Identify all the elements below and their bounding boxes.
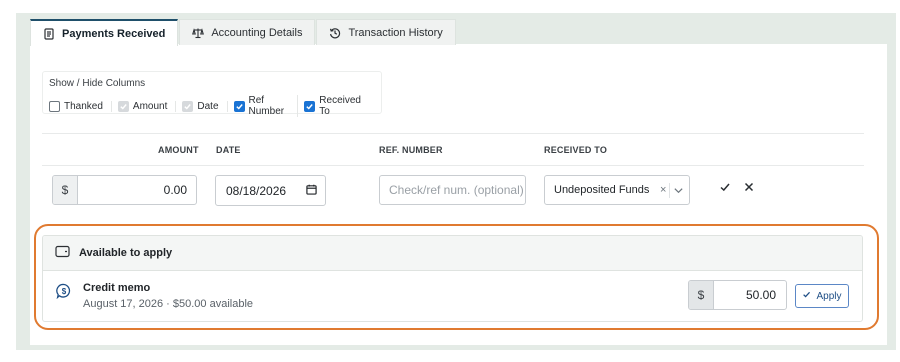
calendar-icon[interactable] [306,184,317,198]
column-header-ref-number: REF. NUMBER [379,145,443,155]
chevron-down-icon[interactable] [673,185,684,196]
tab-bar: Payments Received Accounting Details Tra… [30,19,457,46]
column-toggle-date: Date [182,100,228,112]
column-toggle-label: Date [197,100,219,112]
column-toggle-thanked[interactable]: Thanked [49,100,112,112]
column-toggle-label: Ref Number [248,95,285,117]
received-to-value: Undeposited Funds [554,184,650,196]
confirm-check-icon[interactable] [718,180,732,194]
table-header: AMOUNT DATE REF. NUMBER RECEIVED TO [42,133,864,166]
column-toggle-label: Received To [319,95,361,117]
checkbox-checked[interactable] [233,100,245,112]
date-value: 08/18/2026 [226,183,287,198]
column-header-received-to: RECEIVED TO [544,145,608,155]
columns-toggle-panel: Show / Hide Columns Thanked Amount Date … [42,71,382,117]
highlight-outline [34,224,879,330]
column-toggle-amount: Amount [117,100,177,112]
column-toggle-label: Thanked [64,100,103,112]
column-header-amount: AMOUNT [158,145,199,155]
checkbox-unchecked[interactable] [49,100,60,112]
tab-label: Transaction History [348,26,443,39]
checkbox-disabled [117,100,129,112]
select-divider [669,183,670,198]
column-toggle-received-to[interactable]: Received To [304,95,369,117]
clear-selection-icon[interactable]: × [660,184,666,196]
amount-input[interactable]: $ 0.00 [52,175,197,205]
tab-payments-received[interactable]: Payments Received [30,19,179,46]
tab-accounting-details[interactable]: Accounting Details [179,19,316,45]
ref-number-placeholder: Check/ref num. (optional) [389,183,524,197]
currency-prefix: $ [53,176,78,204]
checkbox-checked[interactable] [304,100,316,112]
tab-label: Accounting Details [211,26,303,39]
receipt-icon [43,27,55,40]
column-toggle-label: Amount [132,100,168,112]
column-header-date: DATE [216,145,241,155]
tab-label: Payments Received [62,27,166,40]
checkbox-disabled [182,100,194,112]
ref-number-input[interactable]: Check/ref num. (optional) [379,175,526,205]
cancel-close-icon[interactable] [742,180,756,194]
date-input[interactable]: 08/18/2026 [215,175,326,206]
columns-panel-title: Show / Hide Columns [49,78,146,89]
received-to-select[interactable]: Undeposited Funds × [544,175,690,205]
amount-value[interactable]: 0.00 [78,176,196,204]
history-icon [329,27,341,39]
column-toggle-ref-number[interactable]: Ref Number [233,95,299,117]
scale-icon [192,27,205,39]
tab-transaction-history[interactable]: Transaction History [316,19,456,45]
